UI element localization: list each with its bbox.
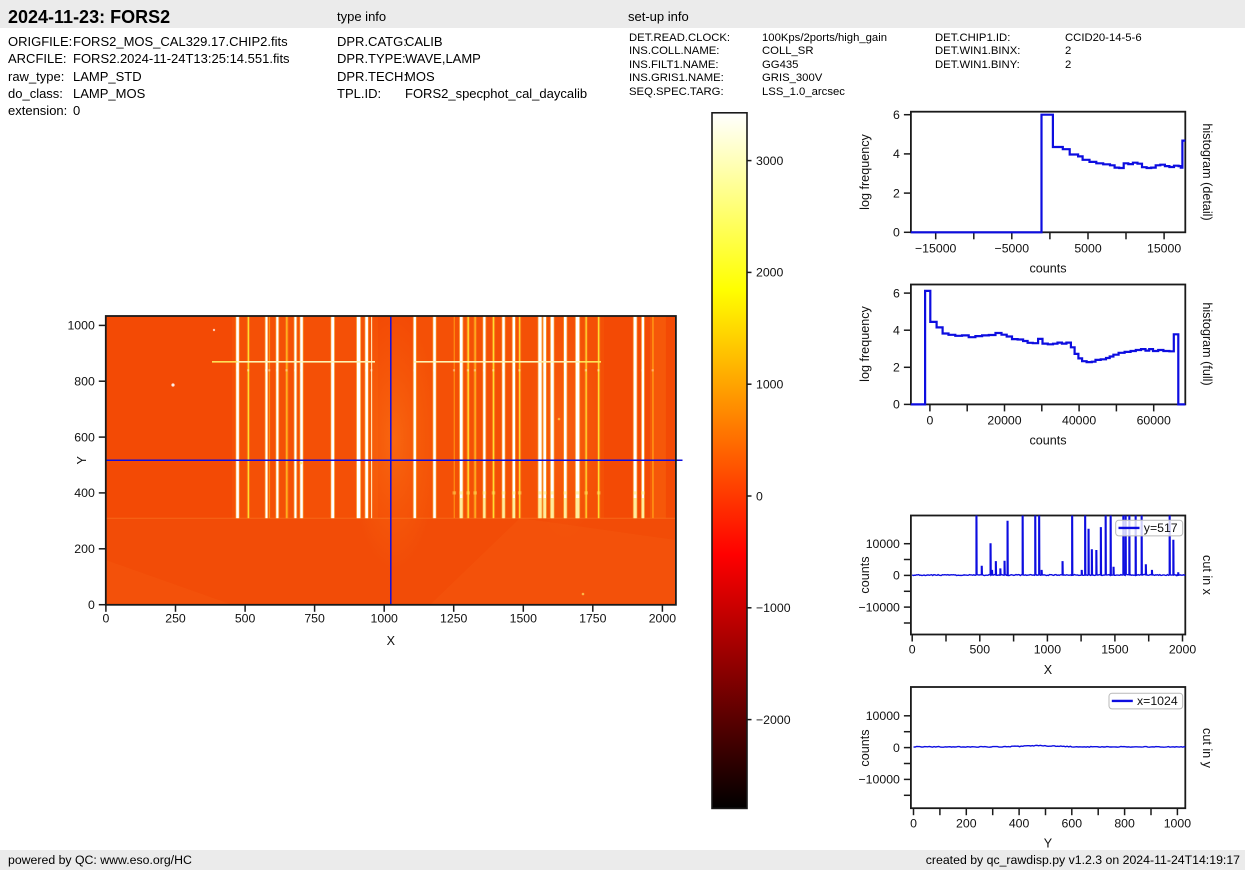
svg-text:2: 2	[893, 186, 900, 200]
svg-text:4: 4	[893, 324, 900, 338]
svg-text:15000: 15000	[1147, 242, 1181, 256]
svg-text:800: 800	[1114, 817, 1135, 831]
svg-text:1750: 1750	[579, 612, 607, 626]
svg-text:counts: counts	[1029, 434, 1066, 448]
svg-text:60000: 60000	[1137, 414, 1171, 428]
svg-text:1250: 1250	[440, 612, 468, 626]
svg-text:x=1024: x=1024	[1137, 694, 1178, 708]
svg-text:y=517: y=517	[1144, 521, 1178, 535]
svg-text:2000: 2000	[1169, 643, 1197, 657]
svg-text:250: 250	[165, 612, 186, 626]
svg-text:Y: Y	[75, 456, 89, 465]
svg-text:40000: 40000	[1062, 414, 1096, 428]
svg-text:1500: 1500	[1101, 643, 1129, 657]
svg-text:0: 0	[893, 741, 900, 755]
svg-text:cut in y: cut in y	[1200, 728, 1214, 769]
svg-text:X: X	[387, 634, 396, 648]
svg-text:0: 0	[893, 398, 900, 412]
svg-text:4: 4	[893, 147, 900, 161]
svg-text:200: 200	[956, 817, 977, 831]
svg-text:1000: 1000	[756, 378, 784, 392]
svg-text:0: 0	[910, 817, 917, 831]
svg-text:6: 6	[893, 286, 900, 300]
svg-text:2000: 2000	[756, 266, 784, 280]
svg-text:histogram (full): histogram (full)	[1200, 302, 1214, 385]
svg-text:10000: 10000	[866, 537, 900, 551]
svg-text:log frequency: log frequency	[858, 305, 872, 381]
svg-text:0: 0	[88, 598, 95, 612]
svg-text:500: 500	[235, 612, 256, 626]
svg-text:−15000: −15000	[915, 242, 957, 256]
svg-text:1000: 1000	[371, 612, 399, 626]
svg-text:X: X	[1044, 663, 1053, 677]
svg-text:500: 500	[970, 643, 991, 657]
svg-text:400: 400	[1009, 817, 1030, 831]
svg-text:5000: 5000	[1074, 242, 1102, 256]
svg-text:0: 0	[893, 226, 900, 240]
svg-text:0: 0	[909, 643, 916, 657]
svg-text:200: 200	[74, 542, 95, 556]
svg-text:400: 400	[74, 486, 95, 500]
svg-text:1000: 1000	[1164, 817, 1192, 831]
svg-text:counts: counts	[1029, 262, 1066, 276]
svg-text:0: 0	[102, 612, 109, 626]
svg-text:counts: counts	[858, 556, 872, 593]
svg-text:750: 750	[304, 612, 325, 626]
svg-text:6: 6	[893, 108, 900, 122]
svg-text:600: 600	[74, 430, 95, 444]
svg-text:2: 2	[893, 361, 900, 375]
svg-text:−10000: −10000	[859, 773, 901, 787]
svg-text:2000: 2000	[649, 612, 677, 626]
svg-text:3000: 3000	[756, 154, 784, 168]
svg-text:−10000: −10000	[859, 600, 901, 614]
svg-text:0: 0	[926, 414, 933, 428]
svg-text:counts: counts	[858, 729, 872, 766]
svg-text:0: 0	[756, 489, 763, 503]
svg-text:histogram (detail): histogram (detail)	[1200, 123, 1214, 220]
svg-text:cut in x: cut in x	[1200, 555, 1214, 596]
svg-text:20000: 20000	[987, 414, 1021, 428]
svg-text:−5000: −5000	[995, 242, 1030, 256]
svg-text:0: 0	[893, 569, 900, 583]
svg-text:1000: 1000	[67, 319, 95, 333]
svg-text:log frequency: log frequency	[858, 133, 872, 209]
svg-text:1000: 1000	[1034, 643, 1062, 657]
svg-text:1500: 1500	[510, 612, 538, 626]
svg-text:800: 800	[74, 375, 95, 389]
svg-text:−2000: −2000	[756, 713, 791, 727]
svg-text:−1000: −1000	[756, 601, 791, 615]
svg-text:600: 600	[1062, 817, 1083, 831]
svg-text:Y: Y	[1044, 837, 1053, 851]
svg-text:10000: 10000	[866, 709, 900, 723]
